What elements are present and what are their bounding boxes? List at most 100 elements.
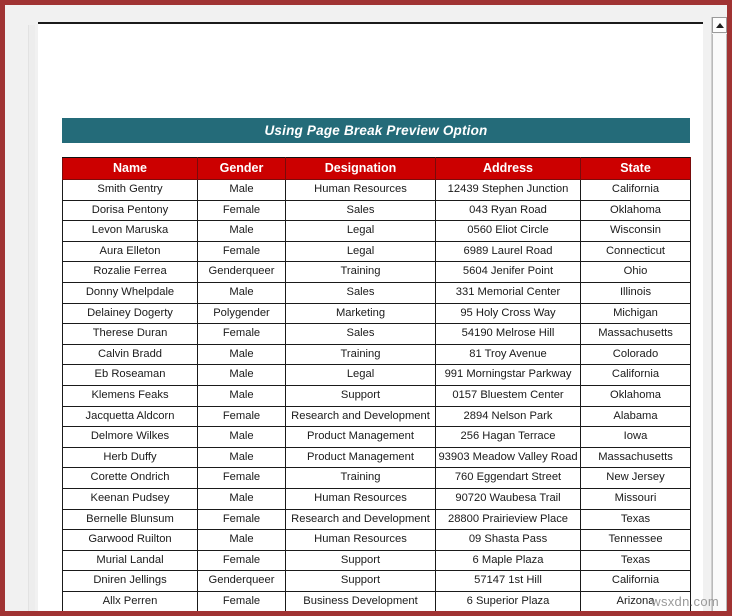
- cell-gender[interactable]: Male: [197, 281, 286, 304]
- table-row[interactable]: Murial Landal Female Support 6 Maple Plaza T…: [62, 549, 691, 572]
- cell-designation[interactable]: Training: [285, 467, 436, 489]
- table-row[interactable]: Delainey Dogerty Polygender Marketing 95 Ho…: [62, 302, 691, 325]
- employee-data-table[interactable]: Name Gender Designation Address State Sm…: [62, 157, 691, 611]
- cell-designation[interactable]: Legal: [285, 220, 436, 242]
- column-header-name[interactable]: Name: [62, 157, 198, 180]
- cell-address[interactable]: 90720 Waubesa Trail: [435, 487, 581, 510]
- cell-gender[interactable]: Female: [197, 323, 286, 345]
- cell-name[interactable]: Aura Elleton: [62, 240, 198, 263]
- cell-designation[interactable]: Training: [285, 261, 436, 283]
- cell-gender[interactable]: Male: [197, 220, 286, 242]
- table-row[interactable]: Eb Roseaman Male Legal 991 Morningstar Park…: [62, 364, 691, 386]
- cell-state[interactable]: Oklahoma: [580, 384, 691, 407]
- cell-state[interactable]: Massachusetts: [580, 323, 691, 345]
- cell-state[interactable]: Missouri: [580, 487, 691, 510]
- cell-designation[interactable]: Sales: [285, 323, 436, 345]
- table-row[interactable]: Jacquetta Aldcorn Female Research and Deve…: [62, 405, 691, 428]
- cell-designation[interactable]: Research and Development: [285, 508, 436, 531]
- column-header-address[interactable]: Address: [435, 157, 581, 180]
- table-row[interactable]: Dorisa Pentony Female Sales 043 Ryan Road Ok…: [62, 199, 691, 222]
- cell-gender[interactable]: Male: [197, 529, 286, 551]
- cell-name[interactable]: Smith Gentry: [62, 179, 198, 201]
- cell-name[interactable]: Eb Roseaman: [62, 364, 198, 386]
- cell-gender[interactable]: Polygender: [197, 302, 286, 325]
- column-header-gender[interactable]: Gender: [197, 157, 286, 180]
- cell-name[interactable]: Dorisa Pentony: [62, 199, 198, 222]
- cell-name[interactable]: Bernelle Blunsum: [62, 508, 198, 531]
- cell-address[interactable]: 991 Morningstar Parkway: [435, 364, 581, 386]
- scroll-up-button[interactable]: [712, 17, 727, 33]
- cell-state[interactable]: Wisconsin: [580, 220, 691, 242]
- cell-designation[interactable]: Research and Development: [285, 405, 436, 428]
- cell-gender[interactable]: Male: [197, 364, 286, 386]
- cell-designation[interactable]: Legal: [285, 240, 436, 263]
- table-row[interactable]: Bernelle Blunsum Female Research and Devel…: [62, 508, 691, 531]
- table-row[interactable]: Levon Maruska Male Legal 0560 Eliot Circle W…: [62, 220, 691, 242]
- cell-gender[interactable]: Male: [197, 426, 286, 448]
- cell-address[interactable]: 93903 Meadow Valley Road: [435, 446, 581, 469]
- cell-designation[interactable]: Sales: [285, 199, 436, 222]
- cell-state[interactable]: Connecticut: [580, 240, 691, 263]
- cell-gender[interactable]: Male: [197, 487, 286, 510]
- cell-designation[interactable]: Product Management: [285, 426, 436, 448]
- cell-name[interactable]: Dniren Jellings: [62, 570, 198, 592]
- cell-state[interactable]: California: [580, 364, 691, 386]
- cell-name[interactable]: Keenan Pudsey: [62, 487, 198, 510]
- cell-designation[interactable]: Human Resources: [285, 529, 436, 551]
- cell-state[interactable]: Ohio: [580, 261, 691, 283]
- cell-address[interactable]: 0157 Bluestem Center: [435, 384, 581, 407]
- cell-designation[interactable]: Training: [285, 343, 436, 366]
- table-row[interactable]: Donny Whelpdale Male Sales 331 Memorial Cen…: [62, 281, 691, 304]
- scrollbar-track[interactable]: [712, 34, 727, 611]
- table-row[interactable]: Rozalie Ferrea Genderqueer Training 5604 Je…: [62, 261, 691, 283]
- table-row[interactable]: Calvin Bradd Male Training 81 Troy Avenue Co…: [62, 343, 691, 366]
- cell-designation[interactable]: Sales: [285, 281, 436, 304]
- cell-address[interactable]: 12439 Stephen Junction: [435, 179, 581, 201]
- cell-address[interactable]: 0560 Eliot Circle: [435, 220, 581, 242]
- cell-name[interactable]: Jacquetta Aldcorn: [62, 405, 198, 428]
- table-row[interactable]: Keenan Pudsey Male Human Resources 90720 Wa…: [62, 487, 691, 510]
- cell-address[interactable]: 6989 Laurel Road: [435, 240, 581, 263]
- cell-gender[interactable]: Female: [197, 240, 286, 263]
- cell-state[interactable]: California: [580, 179, 691, 201]
- cell-name[interactable]: Therese Duran: [62, 323, 198, 345]
- table-row[interactable]: Therese Duran Female Sales 54190 Melrose Hi…: [62, 323, 691, 345]
- table-row[interactable]: Garwood Ruilton Male Human Resources 09 Sha…: [62, 529, 691, 551]
- cell-name[interactable]: Donny Whelpdale: [62, 281, 198, 304]
- cell-address[interactable]: 57147 1st Hill: [435, 570, 581, 592]
- cell-address[interactable]: 95 Holy Cross Way: [435, 302, 581, 325]
- column-header-state[interactable]: State: [580, 157, 691, 180]
- table-row[interactable]: Dniren Jellings Genderqueer Support 57147 1…: [62, 570, 691, 592]
- cell-name[interactable]: Klemens Feaks: [62, 384, 198, 407]
- cell-designation[interactable]: Human Resources: [285, 179, 436, 201]
- spreadsheet-page[interactable]: Using Page Break Preview Option Name Gen…: [38, 22, 703, 611]
- cell-address[interactable]: 81 Troy Avenue: [435, 343, 581, 366]
- cell-address[interactable]: 28800 Prairieview Place: [435, 508, 581, 531]
- cell-address[interactable]: 760 Eggendart Street: [435, 467, 581, 489]
- cell-name[interactable]: Herb Duffy: [62, 446, 198, 469]
- cell-state[interactable]: Massachusetts: [580, 446, 691, 469]
- cell-state[interactable]: Iowa: [580, 426, 691, 448]
- cell-designation[interactable]: Business Development: [285, 590, 436, 611]
- cell-designation[interactable]: Support: [285, 570, 436, 592]
- cell-address[interactable]: 6 Superior Plaza: [435, 590, 581, 611]
- cell-name[interactable]: Murial Landal: [62, 549, 198, 572]
- cell-gender[interactable]: Female: [197, 405, 286, 428]
- cell-gender[interactable]: Female: [197, 590, 286, 611]
- cell-designation[interactable]: Support: [285, 549, 436, 572]
- cell-address[interactable]: 2894 Nelson Park: [435, 405, 581, 428]
- cell-gender[interactable]: Male: [197, 343, 286, 366]
- cell-state[interactable]: Texas: [580, 508, 691, 531]
- cell-address[interactable]: 256 Hagan Terrace: [435, 426, 581, 448]
- cell-state[interactable]: Colorado: [580, 343, 691, 366]
- cell-gender[interactable]: Genderqueer: [197, 570, 286, 592]
- cell-address[interactable]: 5604 Jenifer Point: [435, 261, 581, 283]
- cell-address[interactable]: 09 Shasta Pass: [435, 529, 581, 551]
- cell-state[interactable]: Illinois: [580, 281, 691, 304]
- cell-designation[interactable]: Human Resources: [285, 487, 436, 510]
- cell-gender[interactable]: Genderqueer: [197, 261, 286, 283]
- cell-name[interactable]: Calvin Bradd: [62, 343, 198, 366]
- cell-name[interactable]: Allx Perren: [62, 590, 198, 611]
- table-row[interactable]: Klemens Feaks Male Support 0157 Bluestem Ce…: [62, 384, 691, 407]
- cell-name[interactable]: Delainey Dogerty: [62, 302, 198, 325]
